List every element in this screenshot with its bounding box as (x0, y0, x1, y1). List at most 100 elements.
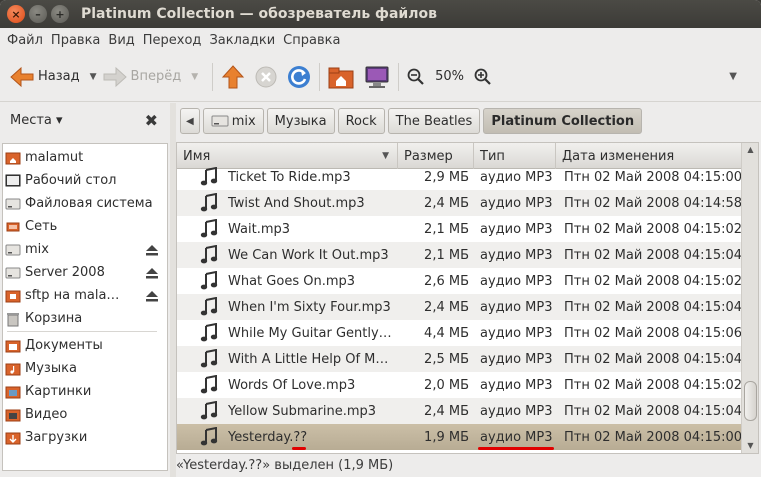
file-type-cell: аудио MP3 (480, 351, 553, 367)
menu-file[interactable]: Файл (3, 33, 47, 48)
forward-label: Вперёд (130, 69, 182, 84)
places-sidebar: Места ▾ ✖ malamut Рабочий стол Файловая си… (0, 103, 170, 477)
menu-bookmarks[interactable]: Закладки (205, 33, 279, 48)
sidebar-item[interactable]: Документы (5, 334, 165, 357)
minimize-window-button[interactable]: – (29, 5, 47, 23)
sidebar-item[interactable]: Server 2008 (5, 261, 165, 284)
file-name: When I'm Sixty Four.mp3 (228, 299, 391, 315)
file-type-cell: аудио MP3 (480, 169, 553, 185)
file-row[interactable]: Ticket To Ride.mp3 2,9 МБ аудио MP3 Птн 02 … (177, 164, 743, 190)
pictures-folder-icon (5, 386, 21, 398)
path-crumb[interactable]: The Beatles (387, 108, 481, 134)
path-crumb[interactable]: mix (202, 108, 264, 134)
file-name: Twist And Shout.mp3 (228, 195, 365, 211)
file-name: Words Of Love.mp3 (228, 377, 356, 393)
sidebar-item-label: mix (25, 242, 49, 257)
file-row[interactable]: Wait.mp3 2,1 МБ аудио MP3 Птн 02 Май 2008 0… (177, 216, 743, 242)
music-file-icon (200, 297, 218, 316)
menu-bar: Файл Правка Вид Переход Закладки Справка (0, 28, 761, 52)
path-crumb[interactable]: Музыка (266, 108, 335, 134)
back-arrow-icon (10, 66, 34, 87)
file-name-cell: When I'm Sixty Four.mp3 (177, 294, 398, 320)
file-size-cell: 2,4 МБ (424, 299, 469, 315)
file-date-cell: Птн 02 Май 2008 04:14:58 (564, 195, 743, 211)
file-list: Имя ▼ Размер Тип Дата изменения Ticket T… (176, 142, 759, 454)
menu-help[interactable]: Справка (279, 33, 344, 48)
forward-history-dropdown[interactable]: ▼ (191, 72, 198, 82)
path-crumb[interactable]: Platinum Collection (483, 108, 643, 134)
back-history-dropdown[interactable]: ▼ (90, 72, 97, 82)
sidebar-item[interactable]: mix (5, 238, 165, 261)
menu-edit[interactable]: Правка (47, 33, 104, 48)
sidebar-item-label: Картинки (25, 384, 92, 399)
eject-icon[interactable] (145, 243, 159, 257)
scroll-up-arrow-icon[interactable]: ▲ (744, 143, 757, 155)
computer-icon[interactable] (364, 65, 390, 89)
file-row[interactable]: Twist And Shout.mp3 2,4 МБ аудио MP3 Птн 02… (177, 190, 743, 216)
file-type-cell: аудио MP3 (480, 377, 553, 393)
home-folder-icon[interactable] (328, 65, 354, 89)
sidebar-item[interactable]: sftp на mala… (5, 284, 165, 307)
music-file-icon (200, 167, 218, 186)
file-type-cell: аудио MP3 (480, 403, 553, 419)
sidebar-item-label: Корзина (25, 311, 83, 326)
file-name: Ticket To Ride.mp3 (228, 169, 351, 185)
toolbar: Назад ▼ Вперёд ▼ 50% ▼ (0, 52, 761, 102)
annotation-underline-name (292, 447, 306, 450)
vertical-scrollbar[interactable]: ▲ ▼ (741, 143, 758, 453)
forward-button[interactable]: Вперёд (103, 60, 182, 94)
eject-icon[interactable] (145, 289, 159, 303)
maximize-window-button[interactable]: + (51, 5, 69, 23)
file-type-cell: аудио MP3 (480, 299, 553, 315)
zoom-level[interactable]: 50% (435, 69, 464, 84)
scrollbar-thumb[interactable] (744, 381, 757, 421)
menu-view[interactable]: Вид (104, 33, 138, 48)
file-name: What Goes On.mp3 (228, 273, 356, 289)
title-bar[interactable]: × – + Platinum Collection — обозреватель… (0, 0, 761, 28)
file-row[interactable]: When I'm Sixty Four.mp3 2,4 МБ аудио MP3 Пт… (177, 294, 743, 320)
file-row[interactable]: What Goes On.mp3 2,6 МБ аудио MP3 Птн 02 Ма… (177, 268, 743, 294)
file-row[interactable]: Yesterday.?? 1,9 МБ аудио MP3 Птн 02 Май 20… (177, 424, 743, 450)
file-row[interactable]: With A Little Help Of M… 2,5 МБ аудио MP3 П… (177, 346, 743, 372)
file-name-cell: Twist And Shout.mp3 (177, 190, 398, 216)
close-sidebar-icon[interactable]: ✖ (145, 111, 158, 130)
zoom-in-icon[interactable] (474, 68, 492, 86)
sidebar-item[interactable]: Картинки (5, 380, 165, 403)
back-button[interactable]: Назад (10, 60, 80, 94)
home-folder-icon (5, 152, 21, 164)
menu-go[interactable]: Переход (139, 33, 206, 48)
up-arrow-icon[interactable] (221, 64, 245, 89)
sidebar-item[interactable]: Видео (5, 403, 165, 426)
sidebar-item[interactable]: malamut (5, 146, 165, 169)
toolbar-overflow-dropdown[interactable]: ▼ (729, 71, 737, 82)
sidebar-item[interactable]: Корзина (5, 307, 165, 330)
sidebar-item[interactable]: Загрузки (5, 426, 165, 449)
path-crumb-label: Музыка (274, 113, 327, 129)
file-row[interactable]: Words Of Love.mp3 2,0 МБ аудио MP3 Птн 02 М… (177, 372, 743, 398)
file-size-cell: 2,5 МБ (424, 351, 469, 367)
close-window-button[interactable]: × (7, 5, 25, 23)
reload-icon[interactable] (287, 65, 311, 89)
file-size-cell: 2,1 МБ (424, 221, 469, 237)
eject-icon[interactable] (145, 266, 159, 280)
toolbar-separator (212, 62, 214, 91)
file-row[interactable]: While My Guitar Gently… 4,4 МБ аудио MP3 Пт… (177, 320, 743, 346)
sidebar-item-label: Видео (25, 407, 68, 422)
path-back-button[interactable]: ◀ (180, 108, 200, 134)
file-name: While My Guitar Gently… (228, 325, 392, 341)
scroll-down-arrow-icon[interactable]: ▼ (744, 439, 757, 451)
stop-icon[interactable] (255, 66, 277, 88)
places-label: Места (10, 112, 52, 128)
music-file-icon (200, 349, 218, 368)
zoom-out-icon[interactable] (407, 68, 425, 86)
path-crumb[interactable]: Rock (337, 108, 385, 134)
path-crumb-label: Platinum Collection (491, 113, 635, 129)
places-dropdown[interactable]: Места ▾ (10, 113, 63, 128)
path-crumb-label: mix (231, 113, 256, 129)
sidebar-item[interactable]: Сеть (5, 215, 165, 238)
sidebar-item[interactable]: Рабочий стол (5, 169, 165, 192)
file-row[interactable]: Yellow Submarine.mp3 2,4 МБ аудио MP3 Птн 0… (177, 398, 743, 424)
sidebar-item[interactable]: Файловая система (5, 192, 165, 215)
sidebar-item[interactable]: Музыка (5, 357, 165, 380)
file-row[interactable]: We Can Work It Out.mp3 2,1 МБ аудио MP3 Птн… (177, 242, 743, 268)
